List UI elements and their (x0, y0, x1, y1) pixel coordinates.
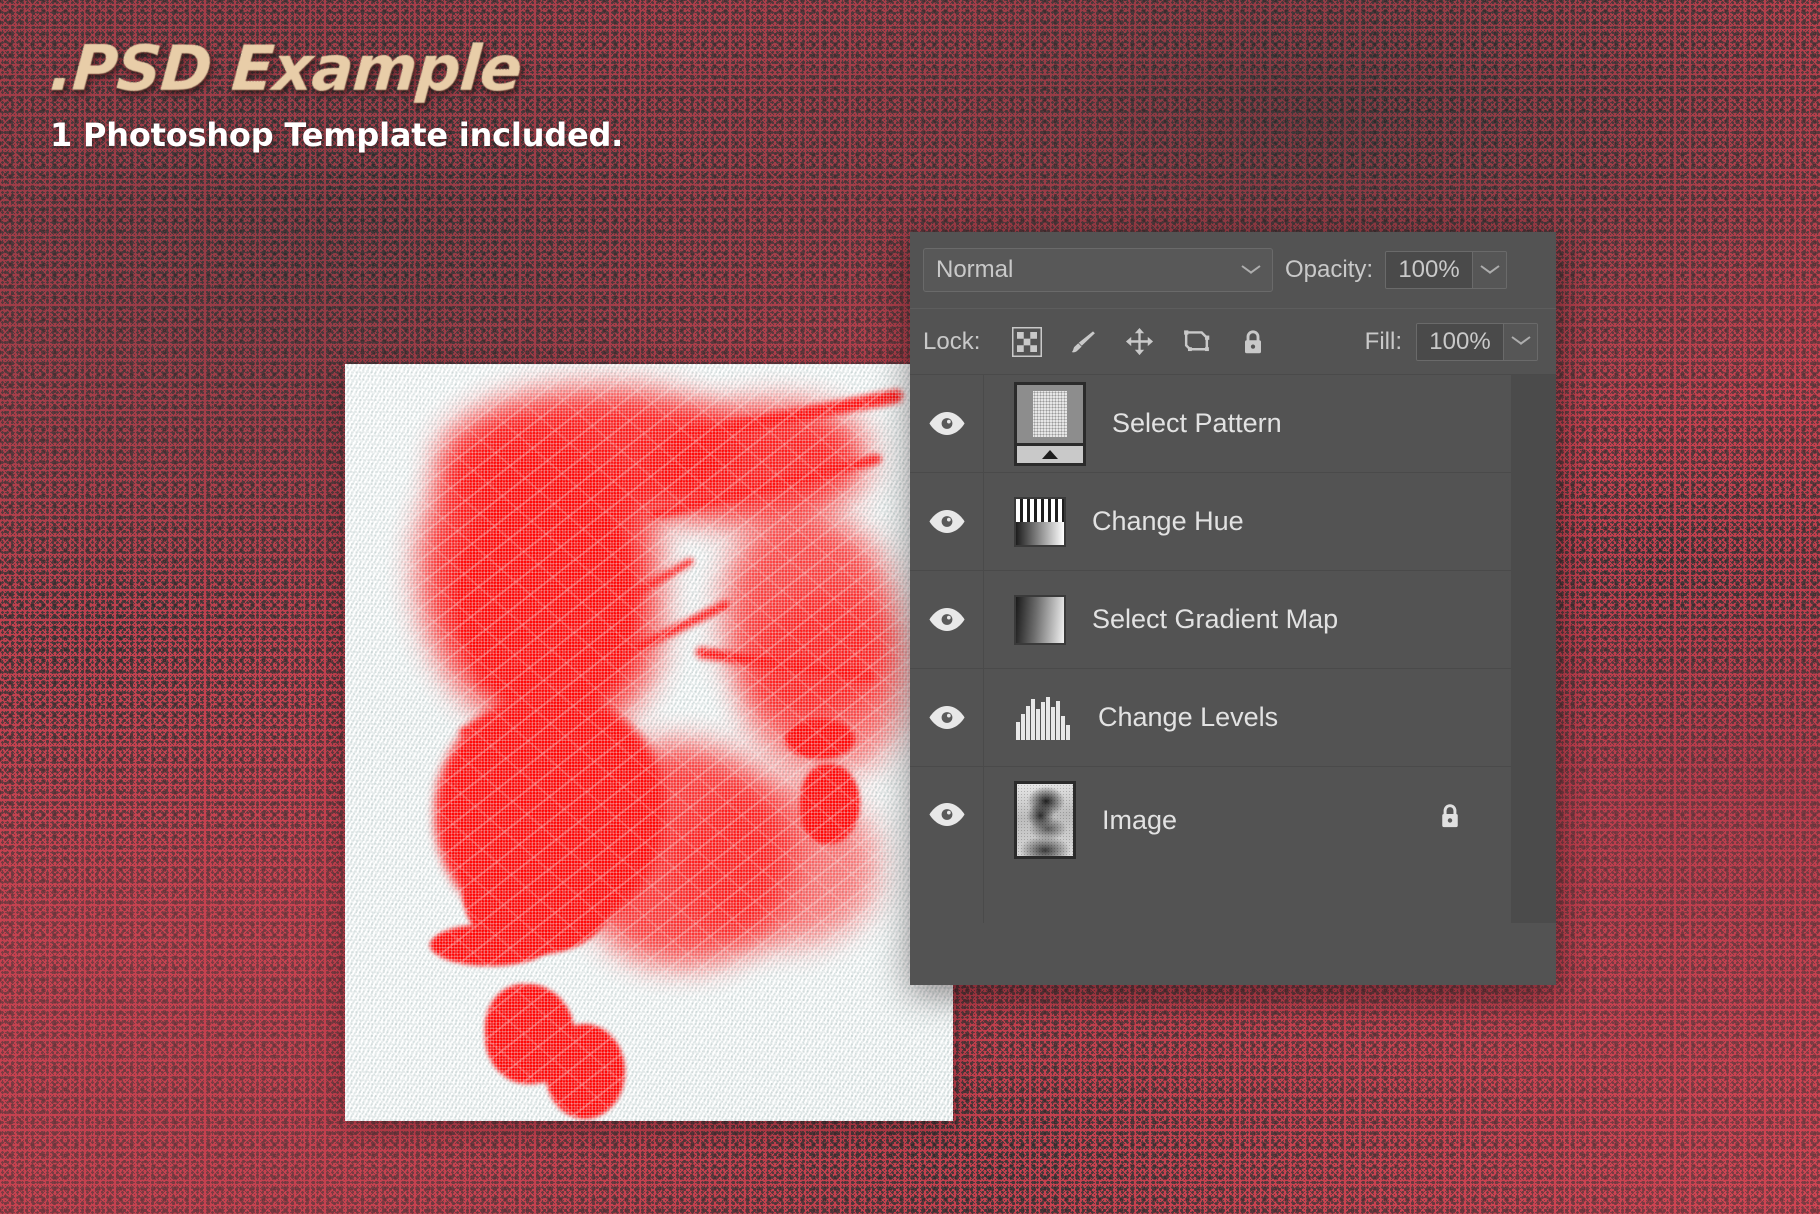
chevron-down-icon (1512, 336, 1530, 347)
opacity-value[interactable]: 100% (1386, 252, 1472, 288)
layer-visibility-toggle[interactable] (910, 375, 983, 473)
hue-saturation-adjustment-icon[interactable] (1014, 497, 1066, 547)
fill-field[interactable]: 100% (1416, 323, 1538, 361)
lock-position-move-icon[interactable] (1124, 326, 1155, 357)
artwork-grain-overlay (345, 364, 953, 1121)
layer-rows-column: Select Pattern Change Hue Select Gradien… (984, 375, 1511, 923)
panel-lock-row: Lock: (910, 308, 1556, 374)
layer-visibility-toggle[interactable] (910, 669, 983, 767)
lock-toggle-group (1012, 326, 1268, 357)
lock-image-pixels-brush-icon[interactable] (1068, 327, 1098, 357)
fill-value[interactable]: 100% (1417, 324, 1503, 360)
layer-list: Select Pattern Change Hue Select Gradien… (910, 374, 1556, 923)
table-row[interactable]: Select Gradient Map (984, 571, 1511, 669)
opacity-label: Opacity: (1285, 256, 1373, 284)
layer-name: Select Gradient Map (1092, 604, 1338, 635)
lock-label: Lock: (923, 328, 980, 356)
artwork-preview (345, 364, 953, 1121)
eye-icon (926, 410, 968, 437)
page-title: .PSD Example (48, 38, 524, 100)
chevron-down-icon (1481, 265, 1499, 276)
layer-panel-scrollbar-track[interactable] (1511, 375, 1556, 923)
photoshop-layers-panel: Normal Opacity: 100% Lock: (910, 232, 1556, 985)
levels-histogram-adjustment-icon[interactable] (1014, 696, 1072, 740)
headline-block: .PSD Example 1 Photoshop Template includ… (50, 38, 623, 154)
layer-visibility-toggle[interactable] (910, 571, 983, 669)
chevron-down-icon (1242, 265, 1260, 276)
fill-label: Fill: (1365, 328, 1402, 356)
page-subtitle: 1 Photoshop Template included. (50, 116, 623, 154)
blend-mode-value: Normal (936, 256, 1013, 284)
layer-name: Change Levels (1098, 702, 1278, 733)
table-row[interactable]: Change Levels (984, 669, 1511, 767)
layer-name: Image (1102, 805, 1177, 836)
table-row[interactable]: Select Pattern (984, 375, 1511, 473)
gradient-map-adjustment-icon[interactable] (1014, 595, 1066, 645)
table-row[interactable]: Change Hue (984, 473, 1511, 571)
blend-mode-select[interactable]: Normal (923, 248, 1273, 292)
lock-all-padlock-icon[interactable] (1238, 327, 1268, 357)
layer-visibility-toggle[interactable] (910, 473, 983, 571)
photo-portrait-thumbnail[interactable] (1014, 781, 1076, 859)
eye-icon (926, 704, 968, 731)
layer-visibility-toggle[interactable] (910, 767, 983, 923)
table-row[interactable]: Image (984, 767, 1511, 923)
panel-blend-row: Normal Opacity: 100% (910, 232, 1556, 308)
padlock-icon[interactable] (1435, 801, 1465, 838)
lock-transparent-pixels-icon[interactable] (1012, 327, 1042, 357)
panel-footer (910, 923, 1556, 985)
fill-stepper[interactable] (1503, 324, 1537, 360)
opacity-stepper[interactable] (1472, 252, 1506, 288)
visibility-column (910, 375, 984, 923)
pattern-fill-thumbnail[interactable] (1014, 382, 1086, 466)
poster-canvas: .PSD Example 1 Photoshop Template includ… (0, 0, 1820, 1214)
layer-name: Select Pattern (1112, 408, 1282, 439)
lock-artboard-nesting-icon[interactable] (1181, 326, 1212, 357)
eye-icon (926, 801, 968, 828)
opacity-field[interactable]: 100% (1385, 251, 1507, 289)
eye-icon (926, 606, 968, 633)
eye-icon (926, 508, 968, 535)
layer-name: Change Hue (1092, 506, 1244, 537)
